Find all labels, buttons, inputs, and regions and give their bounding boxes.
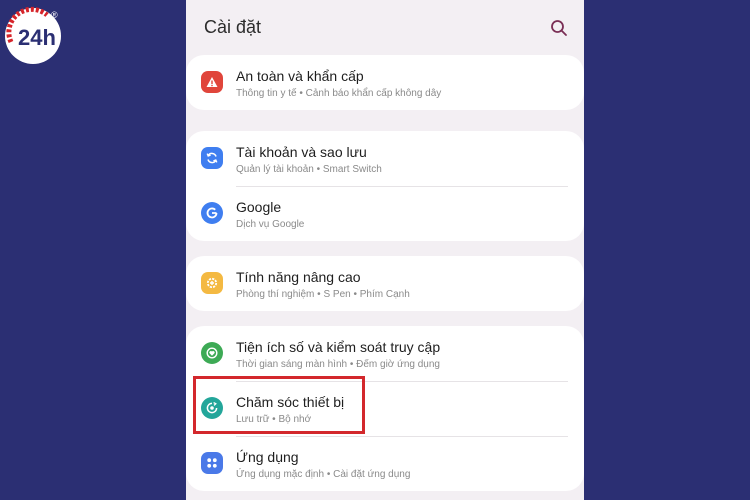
settings-item-accounts-backup[interactable]: Tài khoản và sao lưu Quản lý tài khoản •… [186, 131, 584, 186]
settings-item-advanced-features[interactable]: Tính năng nâng cao Phòng thí nghiệm • S … [186, 256, 584, 311]
settings-item-digital-wellbeing[interactable]: Tiện ích số và kiểm soát truy cập Thời g… [186, 326, 584, 381]
settings-item-safety[interactable]: An toàn và khẩn cấp Thông tin y tế • Cản… [186, 55, 584, 110]
sync-icon [201, 147, 223, 169]
item-subtitle: Dịch vụ Google [236, 219, 305, 230]
logo-text: 24h [18, 25, 56, 50]
item-subtitle: Thông tin y tế • Cảnh báo khẩn cấp không… [236, 88, 442, 99]
item-label: Tài khoản và sao lưu [236, 144, 367, 160]
highlight-box [193, 376, 365, 434]
logo-registered-mark: ® [51, 10, 58, 20]
settings-group-advanced: Tính năng nâng cao Phòng thí nghiệm • S … [186, 256, 584, 311]
wellbeing-icon [201, 342, 223, 364]
page-title: Cài đặt [204, 17, 262, 37]
apps-icon [201, 452, 223, 474]
item-subtitle: Thời gian sáng màn hình • Đếm giờ ứng dụ… [236, 359, 440, 370]
brand-logo: 24h ® [3, 4, 65, 66]
settings-item-google[interactable]: Google Dịch vụ Google [186, 186, 584, 241]
item-label: Tiện ích số và kiểm soát truy cập [236, 339, 441, 355]
gear-plus-icon [201, 272, 223, 294]
item-subtitle: Ứng dụng mặc định • Cài đặt ứng dụng [236, 469, 411, 480]
logo-icon: 24h ® [5, 6, 61, 64]
google-icon [201, 202, 223, 224]
item-subtitle: Phòng thí nghiệm • S Pen • Phím Cạnh [236, 289, 410, 300]
item-label: Tính năng nâng cao [236, 269, 361, 285]
search-icon[interactable] [550, 19, 568, 37]
settings-group-safety: An toàn và khẩn cấp Thông tin y tế • Cản… [186, 55, 584, 110]
settings-item-apps[interactable]: Ứng dụng Ứng dụng mặc định • Cài đặt ứng… [186, 436, 584, 491]
item-label: Google [236, 199, 282, 215]
alert-icon [201, 71, 223, 93]
item-label: Ứng dụng [236, 449, 299, 465]
item-subtitle: Quản lý tài khoản • Smart Switch [236, 164, 382, 175]
item-label: An toàn và khẩn cấp [236, 68, 364, 84]
settings-group-accounts: Tài khoản và sao lưu Quản lý tài khoản •… [186, 131, 584, 241]
app-header: Cài đặt [186, 0, 584, 56]
